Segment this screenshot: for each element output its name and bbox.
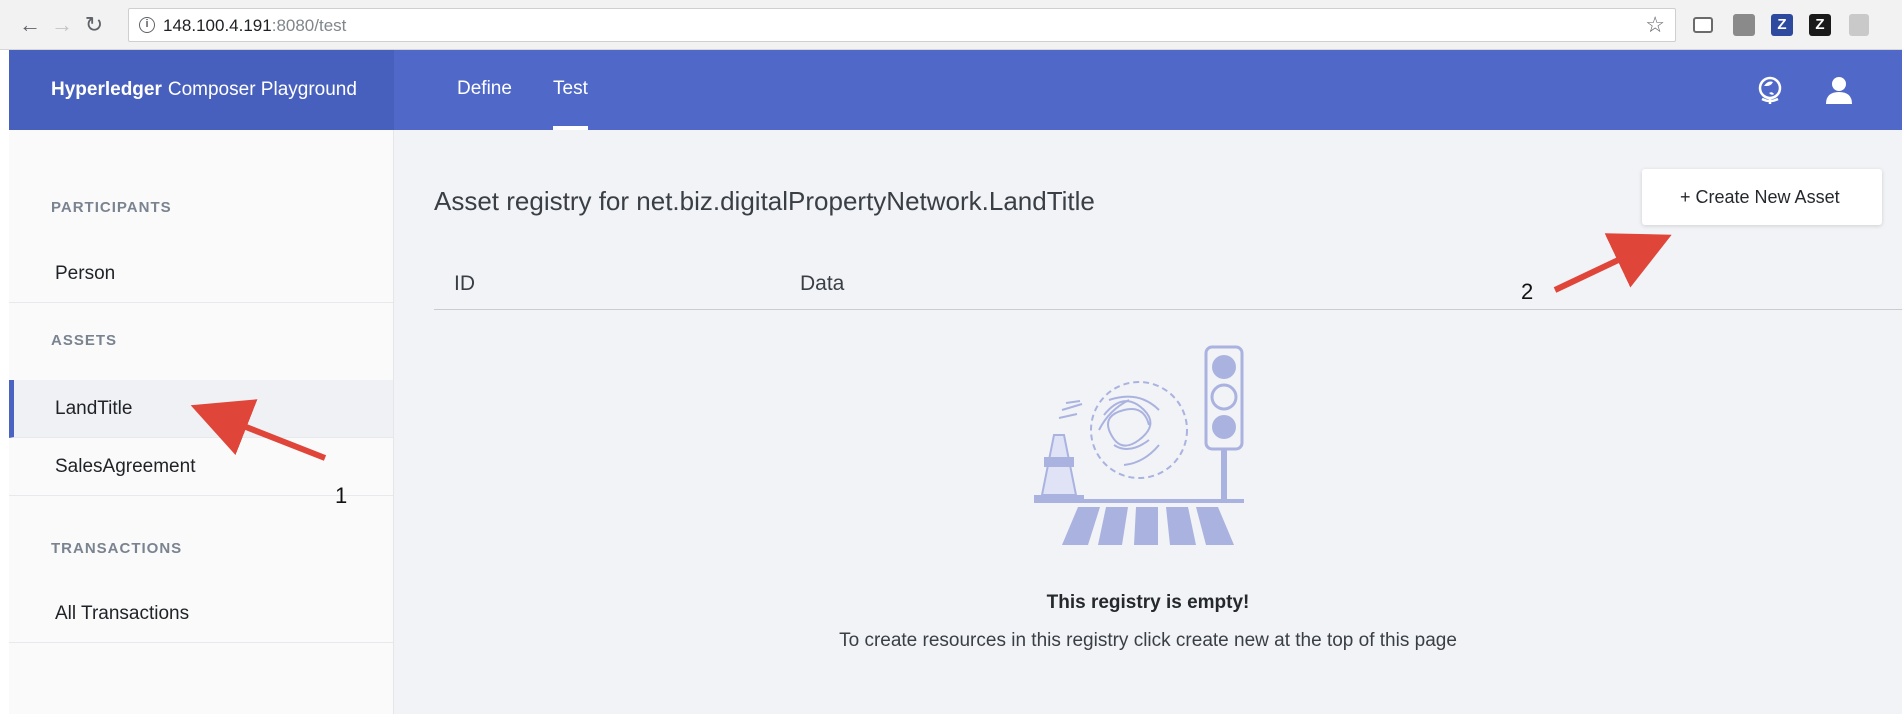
annotation-label-1: 1 [335, 483, 348, 508]
annotation-arrow-2 [1553, 233, 1672, 293]
annotation-overlay [190, 233, 1672, 461]
annotation-label-2: 2 [1521, 279, 1534, 304]
annotation-arrow-1 [190, 399, 327, 461]
